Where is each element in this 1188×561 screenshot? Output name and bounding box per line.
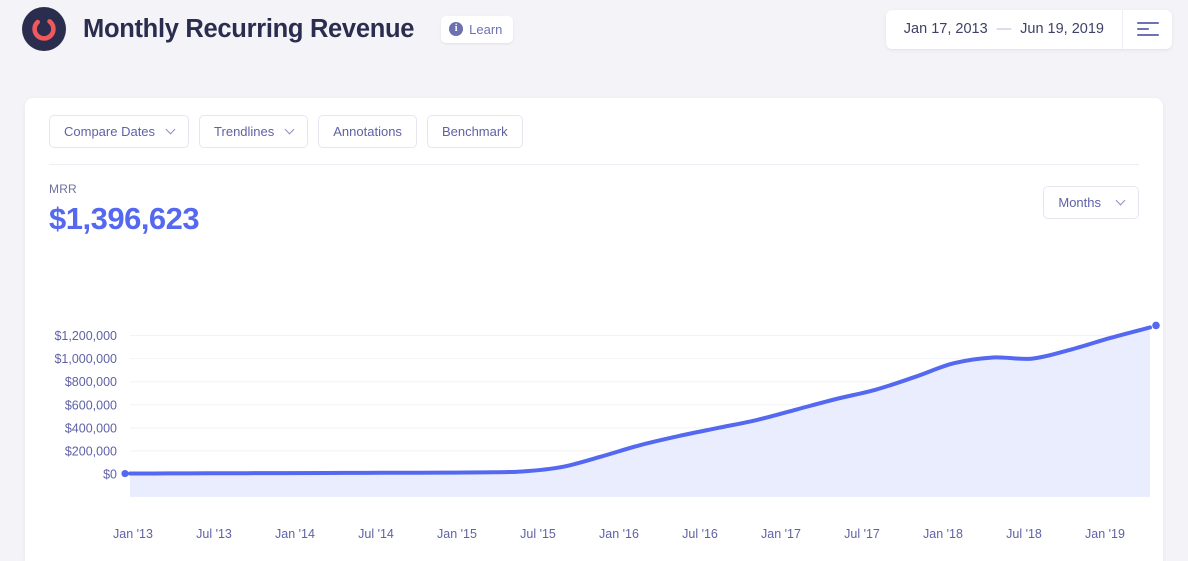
baremetrics-ring-logo-icon [22,7,66,51]
x-axis-tick-label: Jan '13 [113,527,153,541]
learn-button[interactable]: i Learn [441,16,513,43]
x-axis-tick-label: Jul '14 [358,527,394,541]
chevron-down-icon [285,125,295,135]
date-range-separator: — [997,21,1012,37]
metric-block: MRR $1,396,623 [49,182,199,237]
y-axis-tick-label: $400,000 [65,421,117,435]
metric-label: MRR [49,182,199,196]
brand-block: Monthly Recurring Revenue i Learn [22,7,513,51]
chart-toolbar: Compare Dates Trendlines Annotations Ben… [25,98,1163,148]
date-range-start: Jan 17, 2013 [904,21,988,37]
x-axis-tick-label: Jan '15 [437,527,477,541]
chart-card: Compare Dates Trendlines Annotations Ben… [25,98,1163,561]
chart-end-marker[interactable] [1152,322,1160,330]
y-axis-tick-label: $1,200,000 [54,329,117,343]
mrr-chart[interactable]: $0 $200,000 $400,000 $600,000 $800,000 $1,000… [25,296,1163,561]
hamburger-menu-icon [1137,18,1159,39]
chart-start-marker[interactable] [121,470,128,477]
benchmark-button[interactable]: Benchmark [427,115,523,148]
x-axis-tick-label: Jan '16 [599,527,639,541]
granularity-select[interactable]: Months [1043,186,1139,219]
compare-dates-label: Compare Dates [64,124,155,139]
trendlines-button[interactable]: Trendlines [199,115,308,148]
x-axis-tick-label: Jan '17 [761,527,801,541]
x-axis-tick-label: Jul '16 [682,527,718,541]
y-axis-tick-label: $0 [103,468,117,482]
y-axis-tick-label: $1,000,000 [54,352,117,366]
compare-dates-button[interactable]: Compare Dates [49,115,189,148]
benchmark-label: Benchmark [442,124,508,139]
x-axis-tick-label: Jan '14 [275,527,315,541]
x-axis-tick-label: Jul '15 [520,527,556,541]
learn-button-label: Learn [469,22,502,37]
y-axis-tick-label: $800,000 [65,375,117,389]
chevron-down-icon [1116,196,1126,206]
date-range-picker[interactable]: Jan 17, 2013 — Jun 19, 2019 [886,10,1122,49]
mrr-chart-svg[interactable]: $0 $200,000 $400,000 $600,000 $800,000 $1,000… [25,296,1163,561]
page-title: Monthly Recurring Revenue [83,15,414,44]
x-axis-tick-label: Jul '13 [196,527,232,541]
trendlines-label: Trendlines [214,124,274,139]
info-icon: i [449,22,463,36]
x-axis-tick-label: Jul '17 [844,527,880,541]
metric-summary: MRR $1,396,623 Months [25,165,1163,237]
granularity-label: Months [1058,195,1101,210]
x-axis-tick-label: Jan '19 [1085,527,1125,541]
chevron-down-icon [166,125,176,135]
y-axis-tick-label: $200,000 [65,444,117,458]
y-axis-tick-label: $600,000 [65,398,117,412]
annotations-button[interactable]: Annotations [318,115,417,148]
header-controls: Jan 17, 2013 — Jun 19, 2019 [886,10,1172,49]
hamburger-menu-button[interactable] [1122,10,1172,49]
app-header: Monthly Recurring Revenue i Learn Jan 17… [0,0,1188,58]
x-axis-tick-label: Jul '18 [1006,527,1042,541]
metric-value: $1,396,623 [49,201,199,237]
date-range-end: Jun 19, 2019 [1020,21,1104,37]
annotations-label: Annotations [333,124,402,139]
x-axis-tick-label: Jan '18 [923,527,963,541]
